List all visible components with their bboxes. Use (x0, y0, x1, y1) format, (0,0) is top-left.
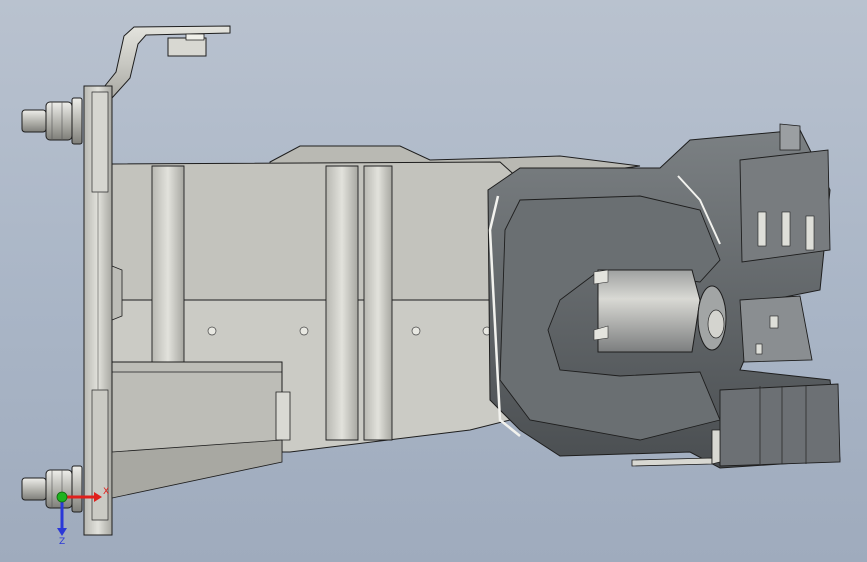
mounting-plate[interactable] (83, 85, 113, 536)
top-hook-bracket[interactable] (99, 25, 231, 99)
lower-bolt[interactable] (21, 465, 83, 513)
cradle-bracket[interactable] (487, 123, 841, 469)
y-axis-dot (56, 491, 68, 503)
z-axis-label: Z (59, 537, 65, 547)
upper-bolt[interactable] (21, 97, 83, 145)
model-canvas[interactable]: X Z (0, 0, 867, 562)
x-axis-label: X (103, 487, 109, 497)
cad-viewport[interactable]: X Z (0, 0, 867, 562)
